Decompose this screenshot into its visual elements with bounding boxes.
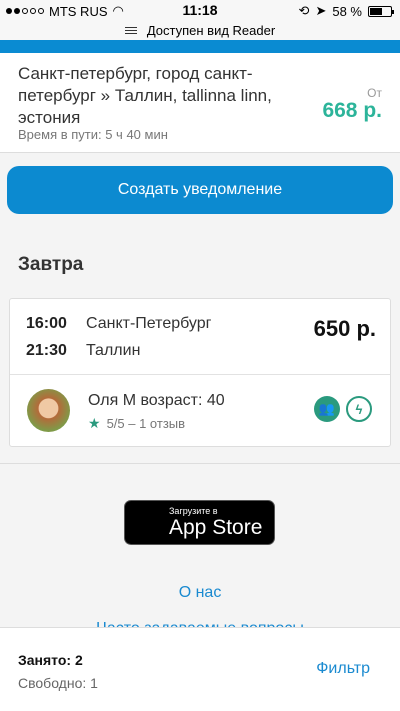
reader-view-bar[interactable]: Доступен вид Reader xyxy=(0,20,400,40)
price-from-label: От xyxy=(367,86,382,100)
about-link[interactable]: О нас xyxy=(0,584,400,602)
driver-rating: ★ 5/5 – 1 отзыв xyxy=(88,415,185,432)
departure-city: Санкт-Петербург xyxy=(86,315,212,332)
route-duration: Время в пути: 5 ч 40 мин xyxy=(18,127,168,142)
seats-bar: Занято: 2 Свободно: 1 Фильтр xyxy=(0,627,400,711)
battery-percent: 58 % xyxy=(332,3,362,19)
trip-card[interactable]: 16:00 Санкт-Петербург 21:30 Таллин 650 р… xyxy=(9,298,391,447)
occupied-seats: Занято: 2 xyxy=(18,652,83,668)
two-people-icon: 👥 xyxy=(314,396,340,422)
create-notification-button[interactable]: Создать уведомление xyxy=(7,166,393,214)
app-store-button[interactable]: Загрузите в App Store xyxy=(124,500,275,545)
arrival-city: Таллин xyxy=(86,342,141,359)
driver-name: Оля М возраст: 40 xyxy=(88,392,225,409)
route-summary: Санкт-петербург, город санкт-петербург »… xyxy=(0,53,400,153)
star-icon: ★ xyxy=(88,415,101,431)
location-arrow-icon: ➤ xyxy=(315,3,327,18)
instant-booking-icon: ϟ xyxy=(346,396,372,422)
app-store-text: Загрузите в App Store xyxy=(169,506,262,539)
app-store-big-label: App Store xyxy=(169,516,263,539)
free-seats: Свободно: 1 xyxy=(18,675,98,691)
driver-row[interactable]: Оля М возраст: 40 ★ 5/5 – 1 отзыв 👥 ϟ xyxy=(10,375,390,447)
rating-text: 5/5 – 1 отзыв xyxy=(106,416,186,431)
rotation-lock-icon: ⟲ xyxy=(298,3,310,18)
divider xyxy=(0,463,400,464)
avatar[interactable] xyxy=(27,389,70,432)
reader-icon[interactable] xyxy=(124,26,137,34)
day-heading: Завтра xyxy=(18,254,84,275)
status-right: ⟲ ➤ 58 % xyxy=(298,3,394,19)
reader-label: Доступен вид Reader xyxy=(146,22,276,38)
trip-details[interactable]: 16:00 Санкт-Петербург 21:30 Таллин 650 р… xyxy=(10,299,390,375)
trip-price: 650 р. xyxy=(313,316,376,341)
header-strip xyxy=(0,40,400,53)
filter-button[interactable]: Фильтр xyxy=(316,660,370,678)
status-bar: MTS RUS ◠ 11:18 ⟲ ➤ 58 % xyxy=(0,0,400,20)
route-title: Санкт-петербург, город санкт-петербург »… xyxy=(18,64,272,127)
arrival-time: 21:30 xyxy=(26,342,67,359)
route-price: 668 р. xyxy=(322,99,382,122)
app-store-small-label: Загрузите в xyxy=(169,506,218,516)
battery-icon xyxy=(368,5,394,17)
departure-time: 16:00 xyxy=(26,315,67,332)
